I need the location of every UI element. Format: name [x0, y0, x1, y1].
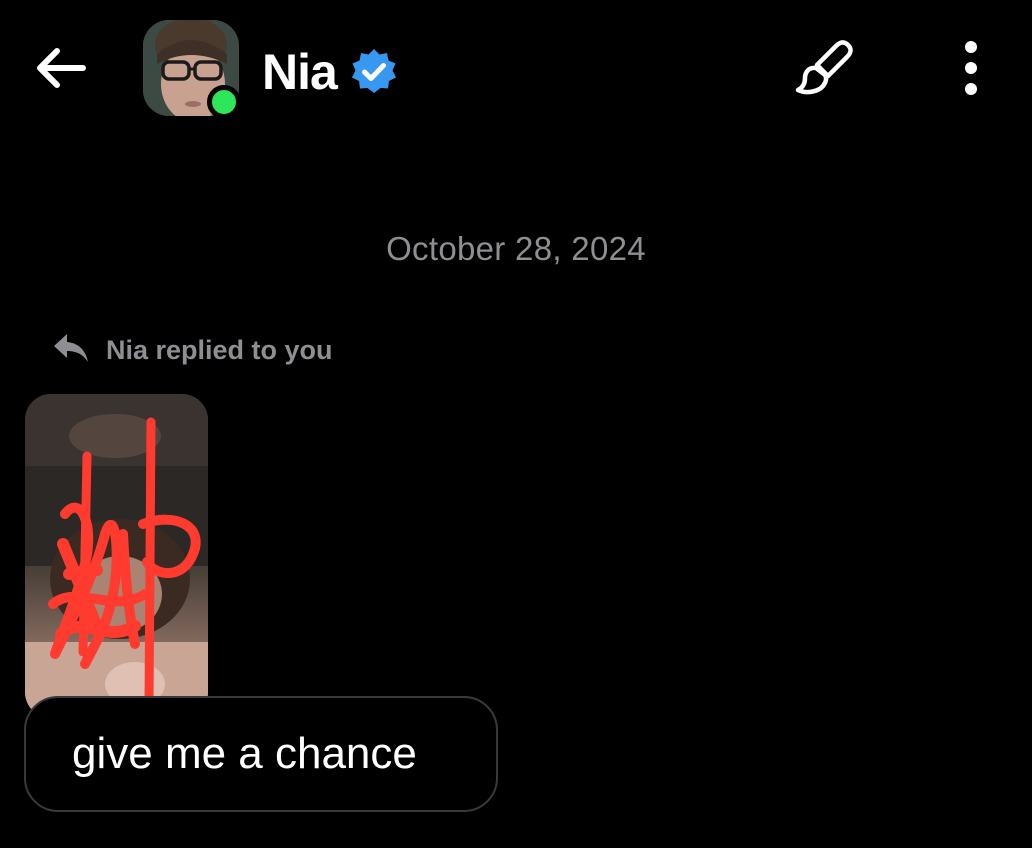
contact-avatar-button[interactable] [143, 20, 241, 119]
replied-story-thumbnail[interactable] [25, 394, 208, 718]
contact-name: Nia [262, 44, 338, 100]
reply-context: Nia replied to you [52, 328, 333, 372]
online-status-indicator [207, 85, 241, 119]
message-bubble[interactable]: give me a chance [24, 696, 498, 812]
contact-title[interactable]: Nia [262, 40, 399, 104]
more-options-button[interactable] [940, 38, 1002, 102]
reply-arrow-icon [52, 332, 90, 369]
back-button[interactable] [28, 38, 92, 102]
arrow-left-icon [33, 46, 87, 95]
more-vertical-icon [961, 40, 981, 101]
verified-badge-icon [349, 47, 399, 97]
message-text: give me a chance [72, 729, 417, 778]
theme-button[interactable] [792, 38, 858, 102]
reply-label-text: Nia replied to you [106, 334, 333, 365]
paintbrush-icon [794, 37, 856, 104]
date-separator: October 28, 2024 [386, 230, 646, 267]
chat-header: Nia [0, 0, 1032, 140]
